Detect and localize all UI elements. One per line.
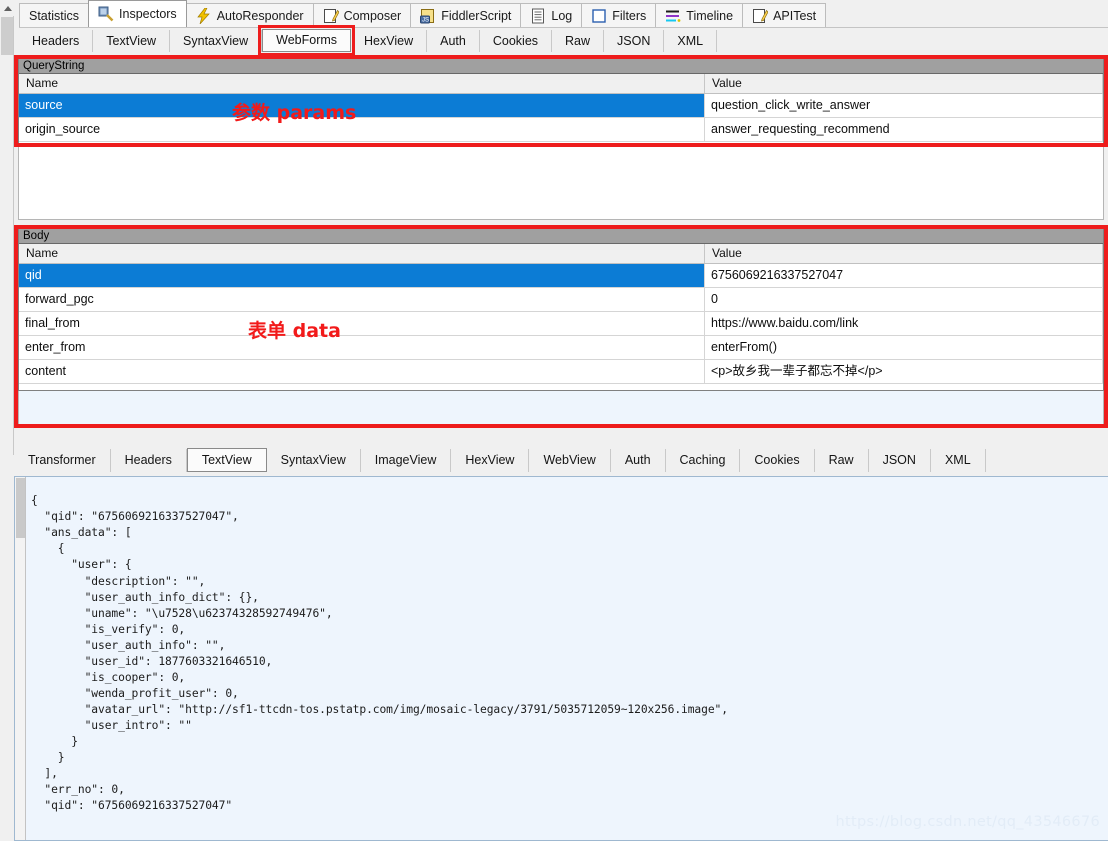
table-row[interactable]: origin_source answer_requesting_recommend [19, 118, 1103, 142]
row-name: forward_pgc [19, 288, 705, 311]
table-row[interactable]: enter_from enterFrom() [19, 336, 1103, 360]
response-tab-headers[interactable]: Headers [111, 448, 187, 472]
scroll-up-arrow-icon[interactable] [0, 0, 14, 16]
request-tab-syntaxview[interactable]: SyntaxView [170, 29, 263, 52]
response-tab-json[interactable]: JSON [869, 448, 931, 472]
svg-text:JS: JS [422, 17, 429, 23]
filter-square-icon [591, 8, 607, 24]
log-lines-icon [530, 8, 546, 24]
row-value: <p>故乡我一辈子都忘不掉</p> [705, 360, 1103, 383]
table-row[interactable]: forward_pgc 0 [19, 288, 1103, 312]
column-header-name[interactable]: Name [19, 244, 705, 263]
lightning-icon [196, 7, 212, 24]
querystring-grid-header: Name Value [19, 74, 1103, 94]
response-scrollbar-thumb[interactable] [16, 478, 25, 538]
scrollbar-thumb[interactable] [1, 17, 13, 55]
body-empty-area [18, 391, 1104, 425]
row-name: source [19, 94, 705, 117]
tab-label: APITest [773, 8, 817, 23]
pencil-note-icon [752, 8, 769, 24]
querystring-title: QueryString [19, 59, 1103, 74]
table-row[interactable]: content <p>故乡我一辈子都忘不掉</p> [19, 360, 1103, 384]
response-tab-caching[interactable]: Caching [666, 448, 741, 472]
response-tab-syntaxview[interactable]: SyntaxView [267, 448, 361, 472]
row-name: qid [19, 264, 705, 287]
tab-statistics[interactable]: Statistics [19, 3, 90, 27]
response-inspector-tabstrip: Transformer Headers TextView SyntaxView Imag… [14, 447, 1108, 473]
table-row[interactable]: final_from https://www.baidu.com/link [19, 312, 1103, 336]
magnifier-icon [98, 6, 114, 22]
request-tab-raw[interactable]: Raw [552, 29, 605, 52]
row-name: content [19, 360, 705, 383]
tab-label: AutoResponder [216, 8, 304, 23]
request-tab-textview[interactable]: TextView [93, 29, 171, 52]
row-value: enterFrom() [705, 336, 1103, 359]
tab-label: Filters [612, 8, 647, 23]
tab-composer[interactable]: Composer [312, 3, 412, 27]
row-name: origin_source [19, 118, 705, 141]
row-value: 6756069216337527047 [705, 264, 1103, 287]
tab-label: Composer [343, 8, 402, 23]
response-textview-panel: { "qid": "6756069216337527047", "ans_dat… [14, 476, 1108, 841]
row-value: answer_requesting_recommend [705, 118, 1103, 141]
request-tab-headers[interactable]: Headers [19, 29, 94, 52]
request-tab-cookies[interactable]: Cookies [480, 29, 553, 52]
tab-filters[interactable]: Filters [581, 3, 657, 27]
column-header-name[interactable]: Name [19, 74, 705, 93]
left-vertical-scrollbar[interactable] [0, 0, 14, 455]
request-tab-auth[interactable]: Auth [427, 29, 480, 52]
response-tab-auth[interactable]: Auth [611, 448, 666, 472]
response-tab-imageview[interactable]: ImageView [361, 448, 452, 472]
request-tab-xml[interactable]: XML [664, 29, 718, 52]
response-vertical-scrollbar[interactable] [15, 477, 26, 840]
response-tab-xml[interactable]: XML [931, 448, 986, 472]
tab-label: Timeline [686, 8, 734, 23]
tab-inspectors[interactable]: Inspectors [88, 0, 187, 27]
request-tab-webforms[interactable]: WebForms [258, 25, 356, 56]
main-tabstrip: Statistics Inspectors AutoResponder Compose… [19, 0, 1108, 27]
timeline-bars-icon [665, 8, 681, 24]
watermark-text: https://blog.csdn.net/qq_43546676 [835, 814, 1100, 830]
body-grid-header: Name Value [19, 244, 1103, 264]
row-value: question_click_write_answer [705, 94, 1103, 117]
request-tab-json[interactable]: JSON [604, 29, 665, 52]
response-tab-hexview[interactable]: HexView [451, 448, 530, 472]
table-row[interactable]: source question_click_write_answer [19, 94, 1103, 118]
tab-label: FiddlerScript [441, 8, 512, 23]
querystring-empty-area [18, 144, 1104, 220]
row-name: enter_from [19, 336, 705, 359]
tab-fiddlerscript[interactable]: JS FiddlerScript [410, 3, 522, 27]
scrollbar-track[interactable] [1, 56, 13, 455]
tab-label: Inspectors [119, 7, 177, 21]
response-tab-raw[interactable]: Raw [815, 448, 869, 472]
tab-log[interactable]: Log [520, 3, 583, 27]
column-header-value[interactable]: Value [705, 74, 1103, 93]
querystring-annotation-label: 参数 params [232, 102, 357, 124]
js-script-icon: JS [420, 8, 436, 24]
body-title: Body [19, 229, 1103, 244]
body-annotation-label: 表单 data [248, 320, 341, 342]
querystring-section: QueryString Name Value source question_cl… [18, 58, 1104, 144]
pencil-note-icon [323, 8, 339, 24]
column-header-value[interactable]: Value [705, 244, 1103, 263]
row-name: final_from [19, 312, 705, 335]
tab-label: Statistics [29, 8, 80, 23]
tab-autoresponder[interactable]: AutoResponder [185, 3, 314, 27]
body-section: Body Name Value qid 6756069216337527047 fo… [18, 228, 1104, 391]
request-tab-hexview[interactable]: HexView [351, 29, 428, 52]
response-tab-textview[interactable]: TextView [186, 448, 267, 472]
row-value: 0 [705, 288, 1103, 311]
response-tab-cookies[interactable]: Cookies [740, 448, 815, 472]
table-row[interactable]: qid 6756069216337527047 [19, 264, 1103, 288]
request-inspector-tabstrip: Headers TextView SyntaxView WebForms HexView… [19, 25, 1108, 56]
row-value: https://www.baidu.com/link [705, 312, 1103, 335]
tab-timeline[interactable]: Timeline [655, 3, 744, 27]
response-tab-webview[interactable]: WebView [529, 448, 611, 472]
fiddler-window: Statistics Inspectors AutoResponder Compose… [0, 0, 1108, 841]
tab-label: Log [551, 8, 573, 23]
tab-apitest[interactable]: APITest [742, 3, 827, 27]
response-tab-transformer[interactable]: Transformer [14, 448, 111, 472]
response-json-text: { "qid": "6756069216337527047", "ans_dat… [31, 494, 728, 813]
